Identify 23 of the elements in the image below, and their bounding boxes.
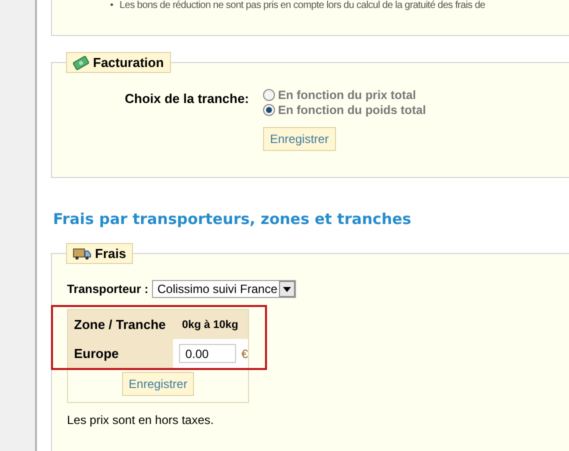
bullet-note: Les bons de réduction ne sont pas pris en compte lors du calcul de la gratuité des frais de (120, 0, 486, 12)
legend-text: Facturation (93, 55, 164, 70)
range-header: 0kg à 10kg (176, 310, 248, 339)
banknote-icon (73, 56, 89, 70)
radio-button[interactable] (263, 88, 275, 100)
range-choice-label: Choix de la tranche: (124, 90, 250, 106)
currency-symbol: € (241, 346, 248, 360)
bullet: • (110, 0, 114, 12)
tax-note: Les prix sont en hors taxes. (67, 413, 215, 427)
caret-icon (279, 281, 296, 297)
radio-button[interactable] (263, 104, 275, 116)
zone-cell: Europe (68, 339, 174, 368)
carrier-label: Transporteur : (67, 282, 148, 296)
price-input[interactable]: 0.00 (179, 344, 236, 363)
radio-label: En fonction du poids total (278, 102, 426, 116)
table-header: Zone / Tranche (68, 310, 176, 339)
save-button[interactable]: Enregistrer (122, 372, 194, 396)
truck-icon (73, 248, 91, 260)
carrier-select[interactable]: Colissimo suivi France (152, 280, 296, 298)
save-button[interactable]: Enregistrer (263, 127, 336, 151)
radio-label: En fonction du prix total (278, 88, 416, 102)
section-title: Frais par transporteurs, zones et tranches (53, 210, 412, 228)
legend-text: Frais (95, 246, 126, 261)
